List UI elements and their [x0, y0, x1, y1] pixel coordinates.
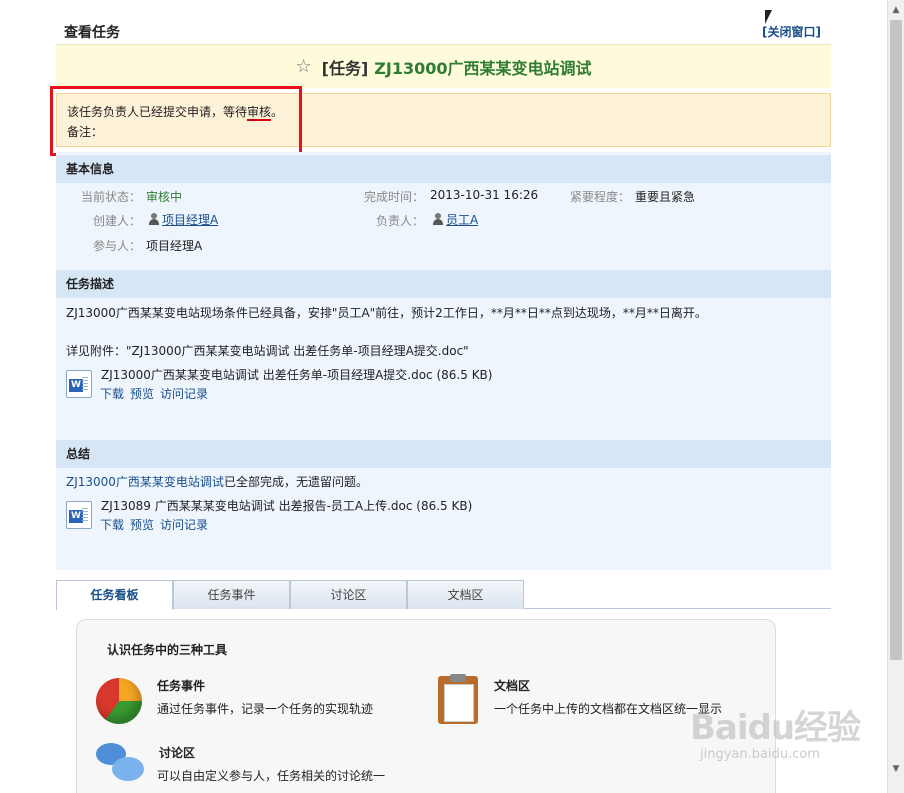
summary-task-link[interactable]: ZJ13000广西某某变电站调试 [66, 475, 224, 489]
preview-link[interactable]: 预览 [130, 518, 154, 532]
creator-label: 创建人： [93, 214, 142, 228]
description-text: ZJ13000广西某某变电站现场条件已经具备，安排"员工A"前往，预计2工作日，… [66, 306, 707, 320]
word-doc-icon [66, 501, 92, 529]
section-description: 任务描述 [56, 270, 831, 298]
creator-value: 项目经理A [148, 211, 218, 228]
tab-discussion[interactable]: 讨论区 [290, 580, 407, 609]
clipboard-icon [438, 674, 478, 724]
section-basic-info: 基本信息 [56, 155, 831, 183]
creator-link[interactable]: 项目经理A [162, 213, 218, 227]
tools-card-title: 认识任务中的三种工具 [107, 643, 228, 657]
owner-label: 负责人： [376, 214, 425, 228]
user-icon [148, 213, 160, 225]
baidu-watermark-logo: Baidu经验 [690, 708, 861, 748]
close-window-link[interactable]: [关闭窗口] [762, 23, 821, 40]
tool-events-desc: 通过任务事件，记录一个任务的实现轨迹 [157, 702, 374, 716]
attachment-file-name: ZJ13000广西某某变电站调试 出差任务单-项目经理A提交.doc (86.5… [101, 368, 493, 382]
participant-value: 项目经理A [146, 239, 203, 253]
chat-bubble-secondary-icon [112, 757, 144, 781]
finish-time-value: 2013-10-31 16:26 [430, 188, 539, 202]
status-value: 审核中 [146, 190, 183, 204]
page-title: 查看任务 [64, 25, 120, 41]
access-log-link[interactable]: 访问记录 [160, 518, 208, 532]
user-icon [432, 213, 444, 225]
tool-events-title: 任务事件 [157, 679, 206, 693]
finish-time-label: 完成时间： [364, 190, 425, 204]
access-log-link[interactable]: 访问记录 [160, 387, 208, 401]
tab-task-board[interactable]: 任务看板 [56, 580, 173, 610]
task-title: ZJ13000广西某某变电站调试 [374, 58, 592, 78]
task-prefix: [任务] [321, 58, 369, 78]
section-summary: 总结 [56, 440, 831, 468]
baidu-watermark-url: jingyan.baidu.com [700, 747, 820, 762]
owner-link[interactable]: 员工A [446, 213, 478, 227]
summary-file-name: ZJ13089 广西某某某变电站调试 出差报告-员工A上传.doc (86.5 … [101, 499, 473, 513]
owner-value: 员工A [432, 211, 478, 228]
vertical-scrollbar[interactable]: ▲ ▼ [887, 0, 904, 793]
task-title-bar: ☆ [任务] ZJ13000广西某某变电站调试 [56, 44, 831, 88]
download-link[interactable]: 下载 [100, 387, 124, 401]
tool-docs-desc: 一个任务中上传的文档都在文档区统一显示 [494, 702, 723, 716]
scroll-thumb[interactable] [890, 20, 902, 660]
word-doc-icon [66, 370, 92, 398]
summary-file-actions: 下载 预览 访问记录 [100, 516, 214, 533]
participant-label: 参与人： [93, 239, 142, 253]
tool-discuss-title: 讨论区 [159, 746, 196, 760]
status-label: 当前状态： [81, 190, 142, 204]
mouse-cursor-icon [765, 10, 772, 24]
pie-chart-icon [96, 678, 142, 724]
urgency-value: 重要且紧急 [635, 190, 696, 204]
attachment-note: 详见附件："ZJ13000广西某某变电站调试 出差任务单-项目经理A提交.doc… [66, 344, 469, 358]
tab-task-events[interactable]: 任务事件 [173, 580, 290, 609]
urgency-label: 紧要程度： [570, 190, 631, 204]
scroll-up-arrow-icon[interactable]: ▲ [888, 2, 904, 18]
task-tabs: 任务看板 任务事件 讨论区 文档区 [56, 580, 831, 610]
preview-link[interactable]: 预览 [130, 387, 154, 401]
attachment-actions: 下载 预览 访问记录 [100, 385, 214, 402]
annotation-highlight-box [50, 86, 302, 156]
scroll-down-arrow-icon[interactable]: ▼ [888, 761, 904, 777]
tool-discuss-desc: 可以自由定义参与人，任务相关的讨论统一 [157, 769, 386, 783]
tool-docs-title: 文档区 [494, 679, 531, 693]
tab-documents[interactable]: 文档区 [407, 580, 524, 609]
star-icon[interactable]: ☆ [295, 56, 311, 77]
download-link[interactable]: 下载 [100, 518, 124, 532]
summary-text: ZJ13000广西某某变电站调试已全部完成，无遗留问题。 [66, 475, 368, 489]
